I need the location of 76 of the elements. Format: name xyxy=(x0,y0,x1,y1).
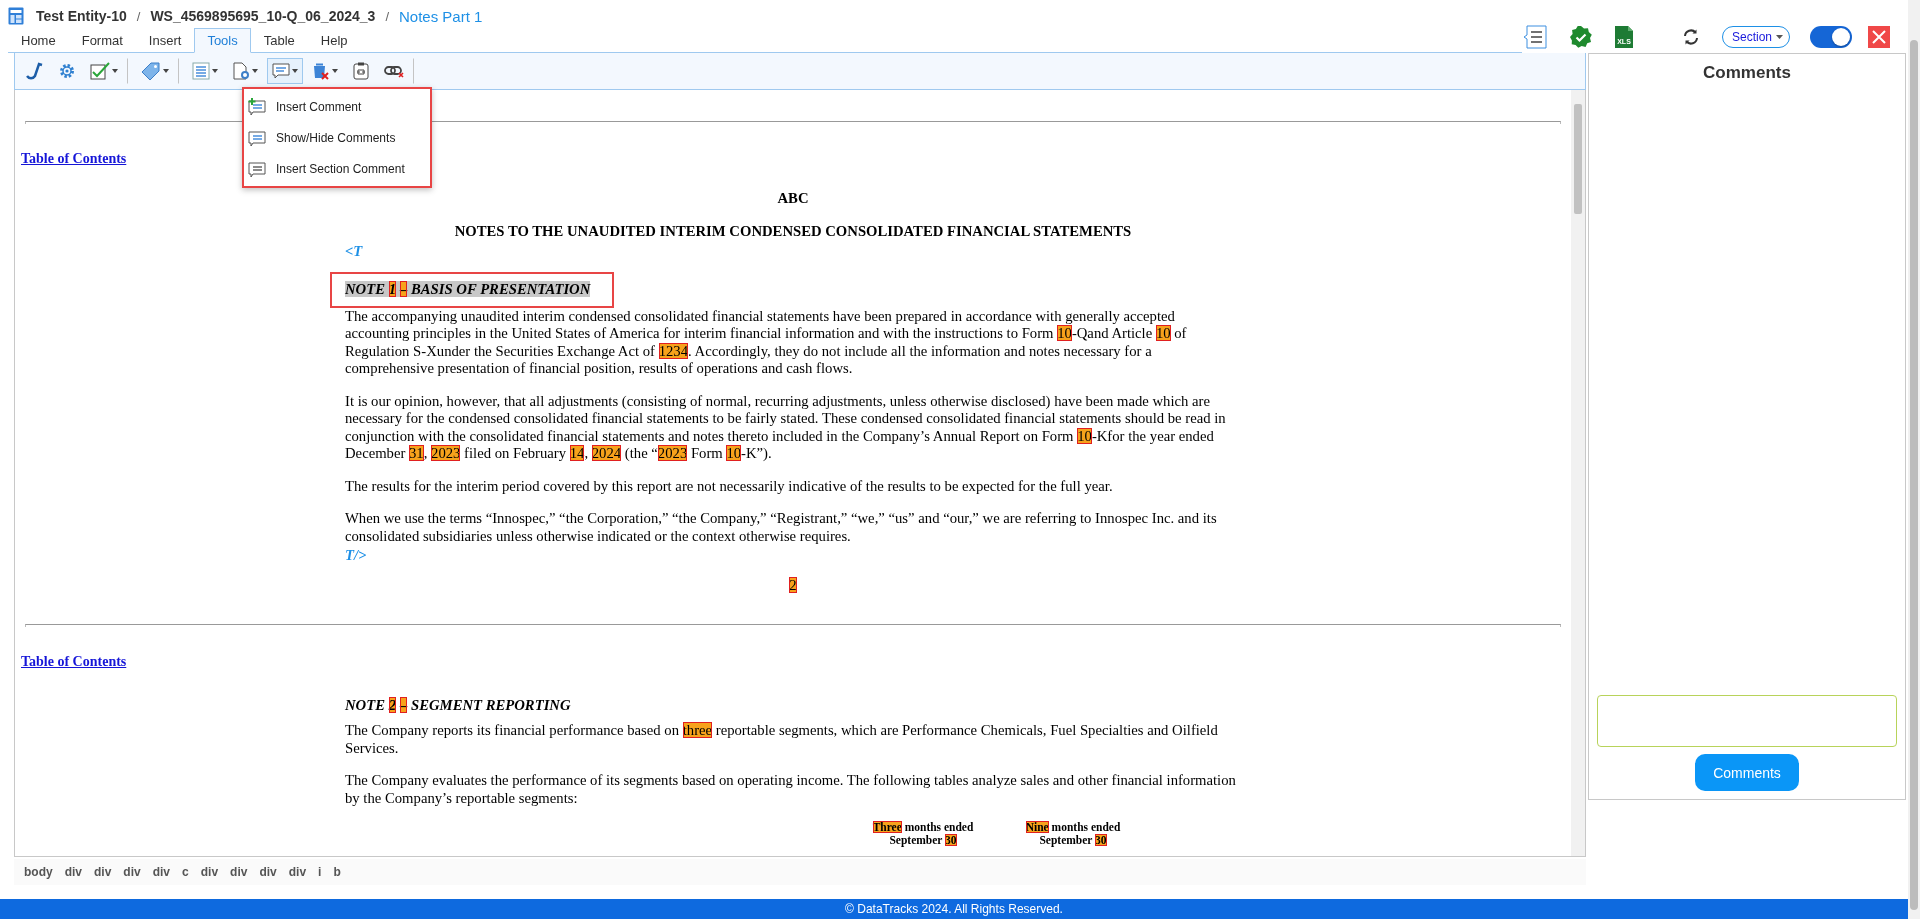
menu-tab[interactable]: Tools xyxy=(194,28,251,53)
comments-list-icon[interactable] xyxy=(1521,24,1548,50)
breadcrumb-item[interactable]: WS_4569895695_10-Q_06_2024_3 xyxy=(150,8,376,24)
page-scrollbar[interactable] xyxy=(1908,0,1920,919)
gear-icon xyxy=(58,62,76,80)
add-comment-icon xyxy=(248,97,266,116)
hook-icon xyxy=(26,62,44,80)
table-of-contents-link[interactable]: Table of Contents xyxy=(21,151,127,166)
breadcrumb-item[interactable]: Test Entity-10 xyxy=(36,8,127,24)
element-path-item[interactable]: b xyxy=(333,865,341,879)
caret-icon xyxy=(112,69,118,73)
app-logo-icon xyxy=(8,7,24,25)
element-path-item[interactable]: div xyxy=(123,865,141,879)
element-path-item[interactable]: i xyxy=(318,865,322,879)
list-icon xyxy=(192,62,210,80)
caret-icon xyxy=(212,69,218,73)
paragraph: The Company reports its financial performance based on three reportable segments, which are Performance Chemicals, Fuel Specialties and Oilfield Services. xyxy=(345,722,1219,757)
breadcrumb-separator: / xyxy=(385,8,389,24)
tag-marker: <T xyxy=(345,242,363,260)
comment-icon xyxy=(248,159,266,178)
section-dropdown[interactable]: Section xyxy=(1721,26,1790,48)
element-path-item[interactable]: div xyxy=(259,865,277,879)
scrollbar[interactable] xyxy=(1571,90,1585,856)
tag-marker: T/> xyxy=(345,547,367,565)
menu-item[interactable]: Insert Section Comment xyxy=(244,153,430,184)
trash-delete-icon xyxy=(312,62,330,80)
comment-input-field[interactable] xyxy=(1597,695,1897,747)
column-header: September 30 xyxy=(1038,834,1108,847)
document-title: NOTES TO THE UNAUDITED INTERIM CONDENSED CONSOLIDATED FINANCIAL STATEMENTS xyxy=(453,223,1133,241)
menu-tab[interactable]: Help xyxy=(307,28,361,53)
comment-icon xyxy=(248,128,266,147)
clipboard-link-icon xyxy=(352,62,370,80)
element-path-item[interactable]: div xyxy=(94,865,112,879)
comment-tool-button[interactable] xyxy=(267,58,303,84)
caret-icon xyxy=(332,69,338,73)
element-path-item[interactable]: div xyxy=(64,865,82,879)
comment-icon xyxy=(272,62,290,80)
caret-icon xyxy=(292,69,298,73)
page-number: 2 xyxy=(789,576,797,593)
table-of-contents-link[interactable]: Table of Contents xyxy=(21,654,127,669)
element-path-item[interactable]: div xyxy=(288,865,307,879)
refresh-icon[interactable] xyxy=(1681,28,1700,46)
verified-badge-icon[interactable] xyxy=(1569,26,1592,48)
menu-item[interactable]: Show/Hide Comments xyxy=(244,122,430,153)
checkbox-icon xyxy=(90,62,110,80)
element-path-item[interactable]: c xyxy=(182,865,189,879)
paragraph: The results for the interim period covered by this report are not necessarily indicative of the results to be expected for the full year. xyxy=(345,477,1114,495)
column-header: Nine months ended xyxy=(1024,821,1122,834)
close-icon xyxy=(1872,30,1886,44)
column-header: September 30 xyxy=(888,834,958,847)
caret-icon xyxy=(163,69,169,73)
column-header: Three months ended xyxy=(871,821,975,834)
breadcrumb-separator: / xyxy=(136,8,141,24)
breadcrumb-item: Notes Part 1 xyxy=(399,7,483,25)
tag-icon xyxy=(141,62,161,80)
menu-item[interactable]: Insert Comment xyxy=(244,91,430,122)
element-path-item[interactable]: body xyxy=(24,865,53,879)
menu-tab[interactable]: Format xyxy=(68,28,136,53)
caret-icon xyxy=(1776,35,1783,39)
paragraph: The Company evaluates the performance of its segments based on operating income. The following tables analyze sales and other financial information by the Company’s reportable segments: xyxy=(345,772,1237,807)
document-gear-icon xyxy=(232,62,250,80)
copyright-text: © DataTracks 2024. All Rights Reserved. xyxy=(845,902,1063,916)
element-path-item[interactable]: div xyxy=(230,865,248,879)
panel-title: Comments xyxy=(1703,63,1791,83)
close-button[interactable] xyxy=(1868,26,1890,48)
unlink-icon xyxy=(384,64,404,78)
document-title: ABC xyxy=(776,189,810,207)
menu-tab[interactable]: Insert xyxy=(135,28,195,53)
menu-tab[interactable]: Home xyxy=(8,28,69,53)
element-path-item[interactable]: div xyxy=(200,865,219,879)
paragraph: When we use the terms “Innospec,” “the Corporation,” “the Company,” “Registrant,” “we,” “us” and “our,” we are referring to Innospec Inc. and its consolidated subsidiaries unless otherwise indicated or the context otherwise requires. xyxy=(345,510,1218,545)
toggle-switch[interactable] xyxy=(1810,26,1852,48)
menu-tab[interactable]: Table xyxy=(250,28,308,53)
element-path-item[interactable]: div xyxy=(152,865,171,879)
caret-icon xyxy=(252,69,258,73)
paragraph: The accompanying unaudited interim condensed consolidated financial statements have been prepared in accordance with generally accepted accounting principles in the United States of America for interim financial information and with the instructions to Form 10-Qand Article 10 of Regulation S-Xunder the Securities Exchange Act of 1234. Accordingly, they do not include all the information and notes necessary for a comprehensive presentation of financial position, results of operations and cash flows. xyxy=(345,307,1188,378)
